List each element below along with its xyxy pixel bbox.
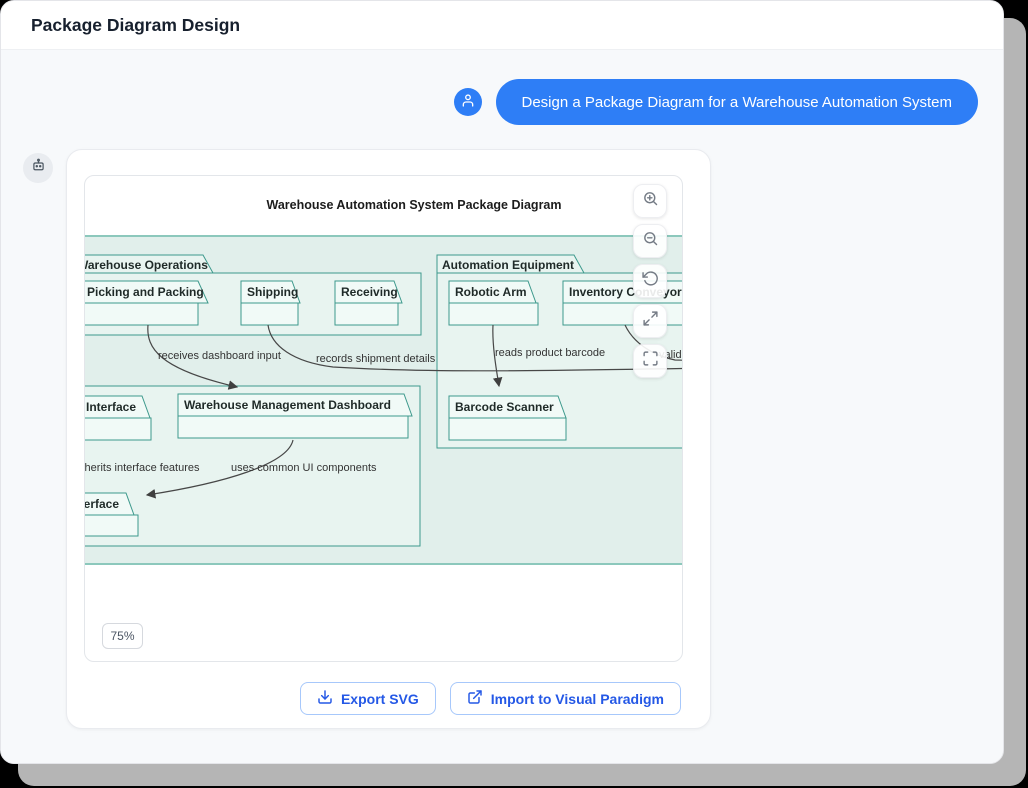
package-label: Barcode Scanner [455, 400, 554, 414]
package-label: Shipping [247, 285, 298, 299]
fit-view-button[interactable] [633, 344, 667, 378]
export-svg-button[interactable]: Export SVG [300, 682, 436, 715]
zoom-out-icon [642, 230, 659, 252]
fullscreen-icon [642, 310, 659, 332]
fit-view-icon [642, 350, 659, 372]
package-interface-top: Interface [85, 396, 151, 440]
package-receiving: Receiving [335, 281, 402, 325]
page-title: Package Diagram Design [31, 15, 240, 36]
chat-content-area: Design a Package Diagram for a Warehouse… [1, 50, 1003, 764]
package-label: Warehouse Management Dashboard [184, 398, 391, 412]
export-svg-label: Export SVG [341, 691, 419, 707]
user-message-row: Design a Package Diagram for a Warehouse… [454, 79, 979, 125]
app-window: Package Diagram Design Design a Package … [0, 0, 1004, 764]
package-label: Warehouse Operations [85, 258, 208, 272]
robot-icon [30, 157, 47, 179]
edge-label-reads: reads product barcode [495, 347, 605, 359]
package-label: Receiving [341, 285, 398, 299]
zoom-controls [633, 184, 667, 378]
package-label: Picking and Packing [87, 285, 204, 299]
edge-label-uses: uses common UI components [231, 462, 377, 474]
package-label: Automation Equipment [442, 258, 574, 272]
import-visual-paradigm-label: Import to Visual Paradigm [491, 691, 664, 707]
external-link-icon [467, 689, 483, 708]
diagram-title: Warehouse Automation System Package Diag… [267, 198, 562, 212]
user-icon [460, 92, 476, 113]
zoom-level-badge: 75% [102, 623, 143, 649]
download-icon [317, 689, 333, 708]
package-diagram: Warehouse Automation System Package Diag… [85, 176, 683, 662]
app-header: Package Diagram Design [1, 1, 1003, 50]
package-barcode-scanner: Barcode Scanner [449, 396, 566, 440]
package-robotic-arm: Robotic Arm [449, 281, 538, 325]
edge-label-inherits: inherits interface features [85, 462, 200, 474]
zoom-in-button[interactable] [633, 184, 667, 218]
bot-response-card: Warehouse Automation System Package Diag… [66, 149, 711, 729]
import-visual-paradigm-button[interactable]: Import to Visual Paradigm [450, 682, 681, 715]
zoom-out-button[interactable] [633, 224, 667, 258]
diagram-canvas[interactable]: Warehouse Automation System Package Diag… [84, 175, 683, 662]
reset-view-button[interactable] [633, 264, 667, 298]
package-warehouse-management-dashboard: Warehouse Management Dashboard [178, 394, 412, 438]
edge-label-receives: receives dashboard input [158, 350, 281, 362]
package-label: Robotic Arm [455, 285, 527, 299]
bot-avatar [23, 153, 53, 183]
package-picking-and-packing: Picking and Packing [85, 281, 208, 325]
zoom-in-icon [642, 190, 659, 212]
user-avatar [454, 88, 482, 116]
user-message-bubble: Design a Package Diagram for a Warehouse… [496, 79, 979, 125]
package-shipping: Shipping [241, 281, 300, 325]
fullscreen-button[interactable] [633, 304, 667, 338]
diagram-actions: Export SVG Import to Visual Paradigm [300, 682, 681, 715]
edge-label-records: records shipment details [316, 353, 436, 365]
reset-view-icon [642, 270, 659, 292]
package-label: Interface [86, 400, 136, 414]
package-label: Interface [85, 497, 119, 511]
